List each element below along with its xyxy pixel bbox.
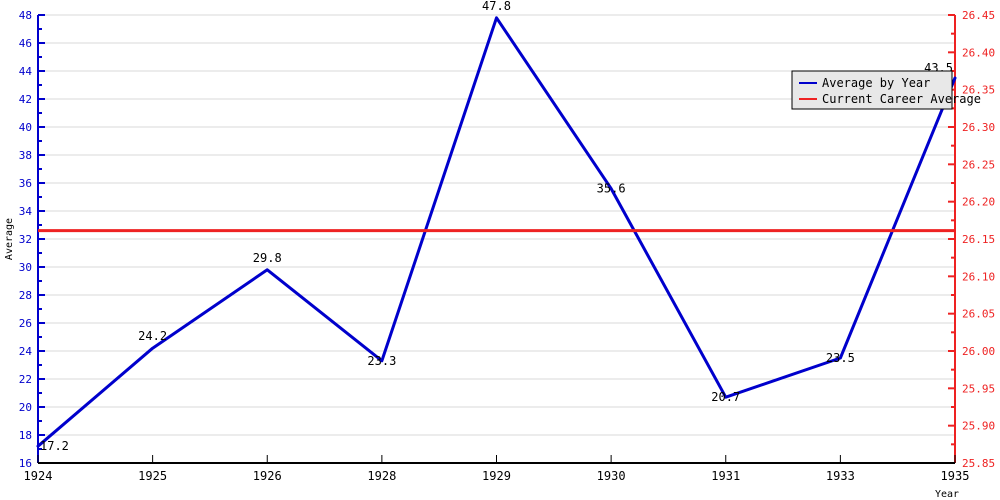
left-axis-tick-label: 18: [19, 429, 32, 442]
right-axis-tick-label: 26.40: [962, 46, 995, 59]
right-axis-tick-label: 25.95: [962, 382, 995, 395]
x-axis-tick-label: 1931: [711, 469, 740, 483]
left-axis-tick-label: 48: [19, 9, 32, 22]
right-axis-tick-label: 26.20: [962, 196, 995, 209]
x-axis-tick-label: 1928: [367, 469, 396, 483]
data-point-label: 47.8: [482, 0, 511, 13]
x-axis-tick-label: 1929: [482, 469, 511, 483]
left-axis-tick-label: 22: [19, 373, 32, 386]
right-axis-tick-label: 26.45: [962, 9, 995, 22]
chart-container: 16 18 20 22 24 26 28 30 32 34 36 38 40 42 44 46 48 25.85…: [0, 0, 1000, 500]
legend-label: Average by Year: [822, 76, 930, 90]
x-axis-tick-label: 1935: [941, 469, 970, 483]
x-axis-tick-label: 1930: [597, 469, 626, 483]
right-axis-tick-label: 25.90: [962, 420, 995, 433]
line-chart: 1618202224262830323436384042444648 25.85…: [0, 0, 1000, 500]
left-axis-tick-label: 36: [19, 177, 32, 190]
left-axis-tick-label: 42: [19, 93, 32, 106]
left-axis-tick-label: 40: [19, 121, 32, 134]
data-point-label: 23.3: [367, 354, 396, 368]
left-axis-tick-label: 38: [19, 149, 32, 162]
left-axis-tick-label: 32: [19, 233, 32, 246]
data-point-label: 29.8: [253, 251, 282, 265]
right-axis-tick-label: 26.10: [962, 270, 995, 283]
data-point-label: 23.5: [826, 351, 855, 365]
left-axis-tick-label: 46: [19, 37, 32, 50]
left-axis-tick-label: 20: [19, 401, 32, 414]
right-axis-tick-label: 26.30: [962, 121, 995, 134]
left-axis-tick-label: 34: [19, 205, 33, 218]
right-axis-tick-label: 26.05: [962, 308, 995, 321]
legend-label: Current Career Average: [822, 92, 981, 106]
x-axis-title: Year: [935, 489, 959, 500]
y-axis-title: Average: [4, 218, 15, 260]
x-axis-tick-label: 1924: [24, 469, 53, 483]
right-axis-tick-label: 26.25: [962, 158, 995, 171]
data-point-label: 35.6: [597, 182, 626, 196]
data-point-label: 17.2: [40, 439, 69, 453]
left-axis-tick-label: 26: [19, 317, 32, 330]
x-axis-tick-label: 1925: [138, 469, 167, 483]
left-axis-tick-label: 30: [19, 261, 32, 274]
left-axis-tick-label: 24: [19, 345, 33, 358]
data-point-label: 24.2: [138, 329, 167, 343]
right-axis-tick-label: 26.00: [962, 345, 995, 358]
right-axis-tick-label: 26.15: [962, 233, 995, 246]
x-axis-tick-label: 1926: [253, 469, 282, 483]
data-point-label: 20.7: [711, 390, 740, 404]
left-axis-tick-label: 28: [19, 289, 32, 302]
left-axis-tick-label: 44: [19, 65, 33, 78]
x-axis-tick-label: 1933: [826, 469, 855, 483]
